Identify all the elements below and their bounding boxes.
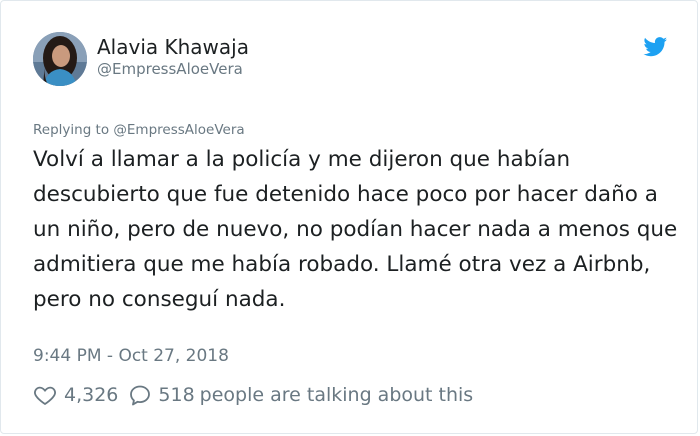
user-handle[interactable]: @EmpressAloeVera — [97, 60, 243, 78]
tweet-card: Alavia Khawaja @EmpressAloeVera Replying… — [0, 0, 698, 434]
profile-photo-icon — [33, 32, 87, 86]
avatar[interactable] — [33, 32, 87, 86]
heart-icon[interactable] — [33, 383, 64, 407]
tweet-timestamp[interactable]: 9:44 PM - Oct 27, 2018 — [33, 346, 229, 366]
talking-label[interactable]: people are talking about this — [200, 384, 474, 406]
twitter-bird-icon[interactable] — [643, 37, 668, 57]
reply-count[interactable]: 518 — [158, 384, 194, 406]
tweet-actions: 4,326 518 people are talking about this — [33, 380, 473, 410]
replying-to-label[interactable]: Replying to @EmpressAloeVera — [33, 122, 245, 138]
like-count[interactable]: 4,326 — [64, 384, 118, 406]
tweet-text: Volví a llamar a la policía y me dijeron… — [33, 147, 678, 312]
display-name[interactable]: Alavia Khawaja — [97, 35, 249, 59]
speech-bubble-icon[interactable] — [118, 383, 158, 407]
